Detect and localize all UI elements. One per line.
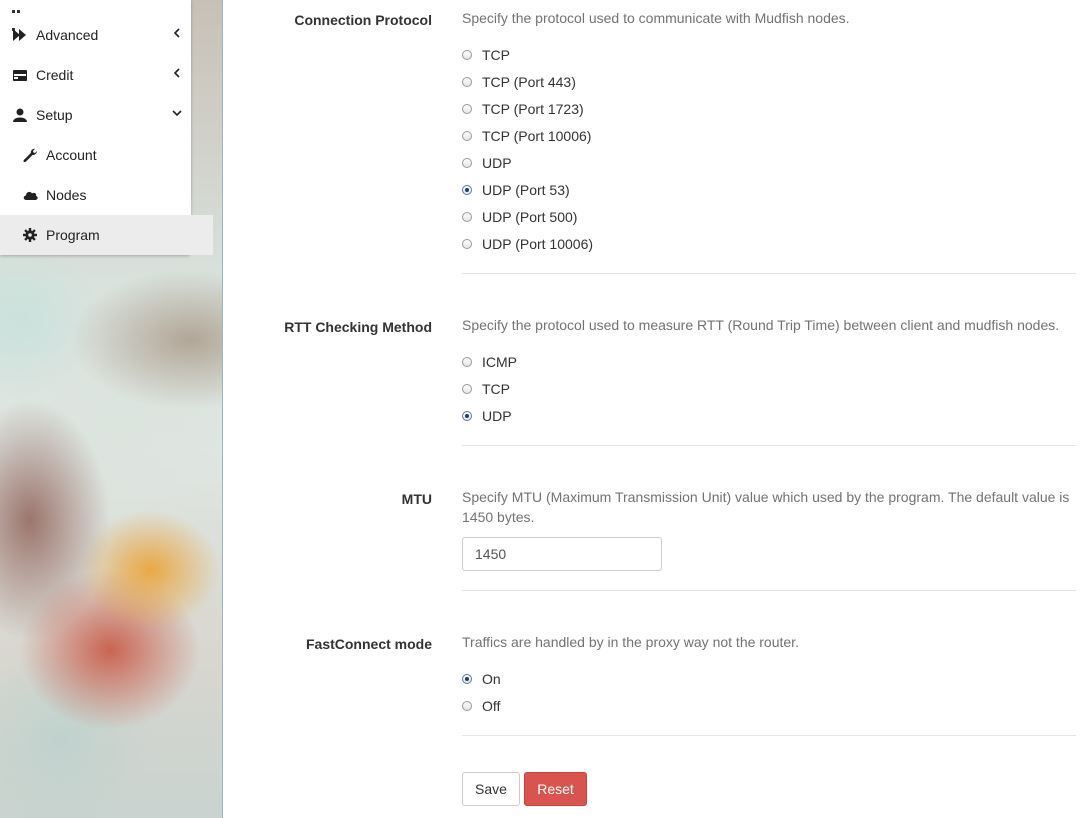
radio-connection-udp-53[interactable]: UDP (Port 53) [462, 180, 570, 200]
section-divider [462, 735, 1076, 736]
wrench-icon [22, 147, 38, 163]
radio-button[interactable] [462, 701, 472, 711]
sidebar-item-program[interactable]: Program [0, 215, 213, 255]
sidebar-menu: Advanced Credit Setup Account Nodes Prog… [0, 0, 213, 255]
radio-connection-tcp-1723[interactable]: TCP (Port 1723) [462, 99, 584, 119]
section-divider [462, 445, 1076, 446]
rtt-method-label: RTT Checking Method [284, 319, 432, 335]
radio-label: TCP [482, 47, 510, 63]
radio-button[interactable] [462, 104, 472, 114]
save-button[interactable]: Save [462, 772, 520, 806]
chevron-left-icon [171, 27, 183, 39]
radio-rtt-udp[interactable]: UDP [462, 406, 512, 426]
sidebar-item-label: Advanced [36, 27, 99, 43]
radio-rtt-icmp[interactable]: ICMP [462, 352, 517, 372]
radio-button[interactable] [462, 357, 472, 367]
radio-label: UDP (Port 53) [482, 182, 570, 198]
sidebar-item-label: Account [46, 147, 97, 163]
radio-connection-udp[interactable]: UDP [462, 153, 512, 173]
mtu-help-line1: Specify MTU (Maximum Transmission Unit) … [462, 489, 1070, 505]
mtu-help-line2: 1450 bytes. [462, 509, 535, 525]
sidebar-item-label: Credit [36, 67, 74, 83]
radio-label: UDP (Port 500) [482, 209, 578, 225]
fastconnect-help: Traffics are handled by in the proxy way… [462, 634, 799, 650]
radio-button[interactable] [462, 384, 472, 394]
radio-label: TCP (Port 443) [482, 74, 576, 90]
radio-button[interactable] [462, 131, 472, 141]
radio-label: TCP (Port 1723) [482, 101, 584, 117]
radio-fastconnect-on[interactable]: On [462, 669, 501, 689]
sidebar-item-label: Program [46, 227, 100, 243]
radio-button[interactable] [462, 77, 472, 87]
rtt-method-help: Specify the protocol used to measure RTT… [462, 317, 1060, 333]
radio-label: TCP [482, 381, 510, 397]
radio-rtt-tcp[interactable]: TCP [462, 379, 510, 399]
radio-fastconnect-off[interactable]: Off [462, 696, 500, 716]
radio-connection-tcp[interactable]: TCP [462, 45, 510, 65]
sidebar-item-credit[interactable]: Credit [0, 55, 203, 95]
connection-protocol-label: Connection Protocol [294, 12, 432, 28]
chevron-left-icon [171, 67, 183, 79]
radio-label: UDP (Port 10006) [482, 236, 594, 252]
sidebar-item-account[interactable]: Account [0, 135, 213, 175]
radio-label: TCP (Port 10006) [482, 128, 592, 144]
user-icon [12, 107, 28, 123]
reset-button[interactable]: Reset [524, 772, 587, 806]
sidebar-item-nodes[interactable]: Nodes [0, 175, 213, 215]
fast-forward-icon [12, 27, 28, 43]
radio-connection-tcp-10006[interactable]: TCP (Port 10006) [462, 126, 591, 146]
radio-button[interactable] [462, 158, 472, 168]
radio-connection-udp-10006[interactable]: UDP (Port 10006) [462, 234, 593, 254]
mtu-input[interactable] [462, 537, 662, 571]
radio-button[interactable] [462, 50, 472, 60]
sidebar-item-advanced[interactable]: Advanced [0, 15, 203, 55]
radio-connection-tcp-443[interactable]: TCP (Port 443) [462, 72, 576, 92]
chevron-down-icon [171, 107, 183, 119]
sidebar-item-setup[interactable]: Setup [0, 95, 203, 135]
connection-protocol-help: Specify the protocol used to communicate… [462, 10, 850, 26]
sidebar-item-label: Nodes [46, 187, 87, 203]
radio-button-selected[interactable] [462, 411, 472, 421]
fastconnect-label: FastConnect mode [305, 636, 432, 652]
radio-label: UDP [482, 155, 512, 171]
section-divider [462, 273, 1076, 274]
radio-label: On [482, 671, 501, 687]
mtu-label: MTU [401, 491, 432, 507]
radio-label: Off [482, 698, 501, 714]
radio-label: ICMP [482, 354, 517, 370]
radio-button[interactable] [462, 239, 472, 249]
section-divider [462, 590, 1076, 591]
gear-icon [22, 227, 38, 243]
sidebar-item-label: Setup [36, 107, 73, 123]
radio-button-selected[interactable] [462, 185, 472, 195]
menu-top-stub [12, 0, 26, 31]
radio-button[interactable] [462, 212, 472, 222]
cloud-icon [22, 187, 38, 203]
radio-button-selected[interactable] [462, 674, 472, 684]
radio-label: UDP [482, 408, 512, 424]
radio-connection-udp-500[interactable]: UDP (Port 500) [462, 207, 577, 227]
credit-card-icon [12, 67, 28, 83]
